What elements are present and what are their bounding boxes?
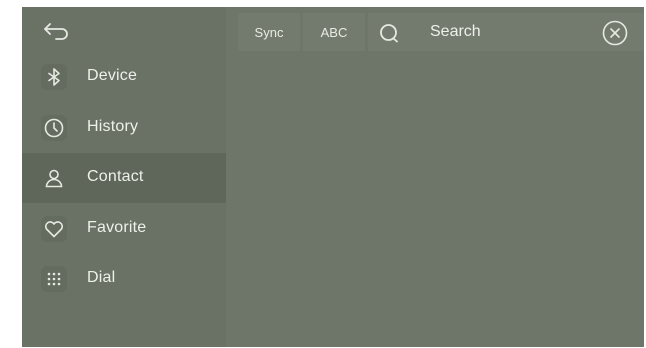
- back-button[interactable]: [36, 15, 76, 47]
- sidebar-item-label: Device: [87, 67, 138, 84]
- clock-icon: [41, 115, 67, 141]
- search-input[interactable]: [430, 21, 590, 43]
- sidebar-item-label: Dial: [87, 269, 116, 286]
- clear-search-button[interactable]: [602, 20, 628, 46]
- heart-icon: [41, 216, 67, 242]
- abc-sort-button[interactable]: ABC: [303, 13, 365, 51]
- sidebar: Device History Contact Favorite Dial: [22, 7, 226, 347]
- toolbar: Sync ABC: [238, 13, 644, 51]
- sidebar-item-favorite[interactable]: Favorite: [22, 204, 226, 254]
- phone-app-screen: Device History Contact Favorite Dial Syn…: [22, 7, 644, 347]
- contact-list-panel: Sync ABC: [226, 7, 644, 347]
- search-icon[interactable]: [378, 22, 400, 44]
- person-icon: [41, 165, 67, 191]
- clear-circle-x-icon: [602, 20, 628, 46]
- sync-button[interactable]: Sync: [238, 13, 300, 51]
- back-arrow-icon: [42, 21, 70, 41]
- sidebar-item-device[interactable]: Device: [22, 52, 226, 102]
- sidebar-item-dial[interactable]: Dial: [22, 254, 226, 304]
- sidebar-item-label: Contact: [87, 168, 144, 185]
- dialpad-icon: [41, 266, 67, 292]
- search-box[interactable]: [368, 13, 644, 51]
- sidebar-item-contact[interactable]: Contact: [22, 153, 226, 203]
- bluetooth-icon: [41, 64, 67, 90]
- sidebar-item-history[interactable]: History: [22, 103, 226, 153]
- sidebar-item-label: History: [87, 118, 139, 135]
- sidebar-item-label: Favorite: [87, 219, 147, 236]
